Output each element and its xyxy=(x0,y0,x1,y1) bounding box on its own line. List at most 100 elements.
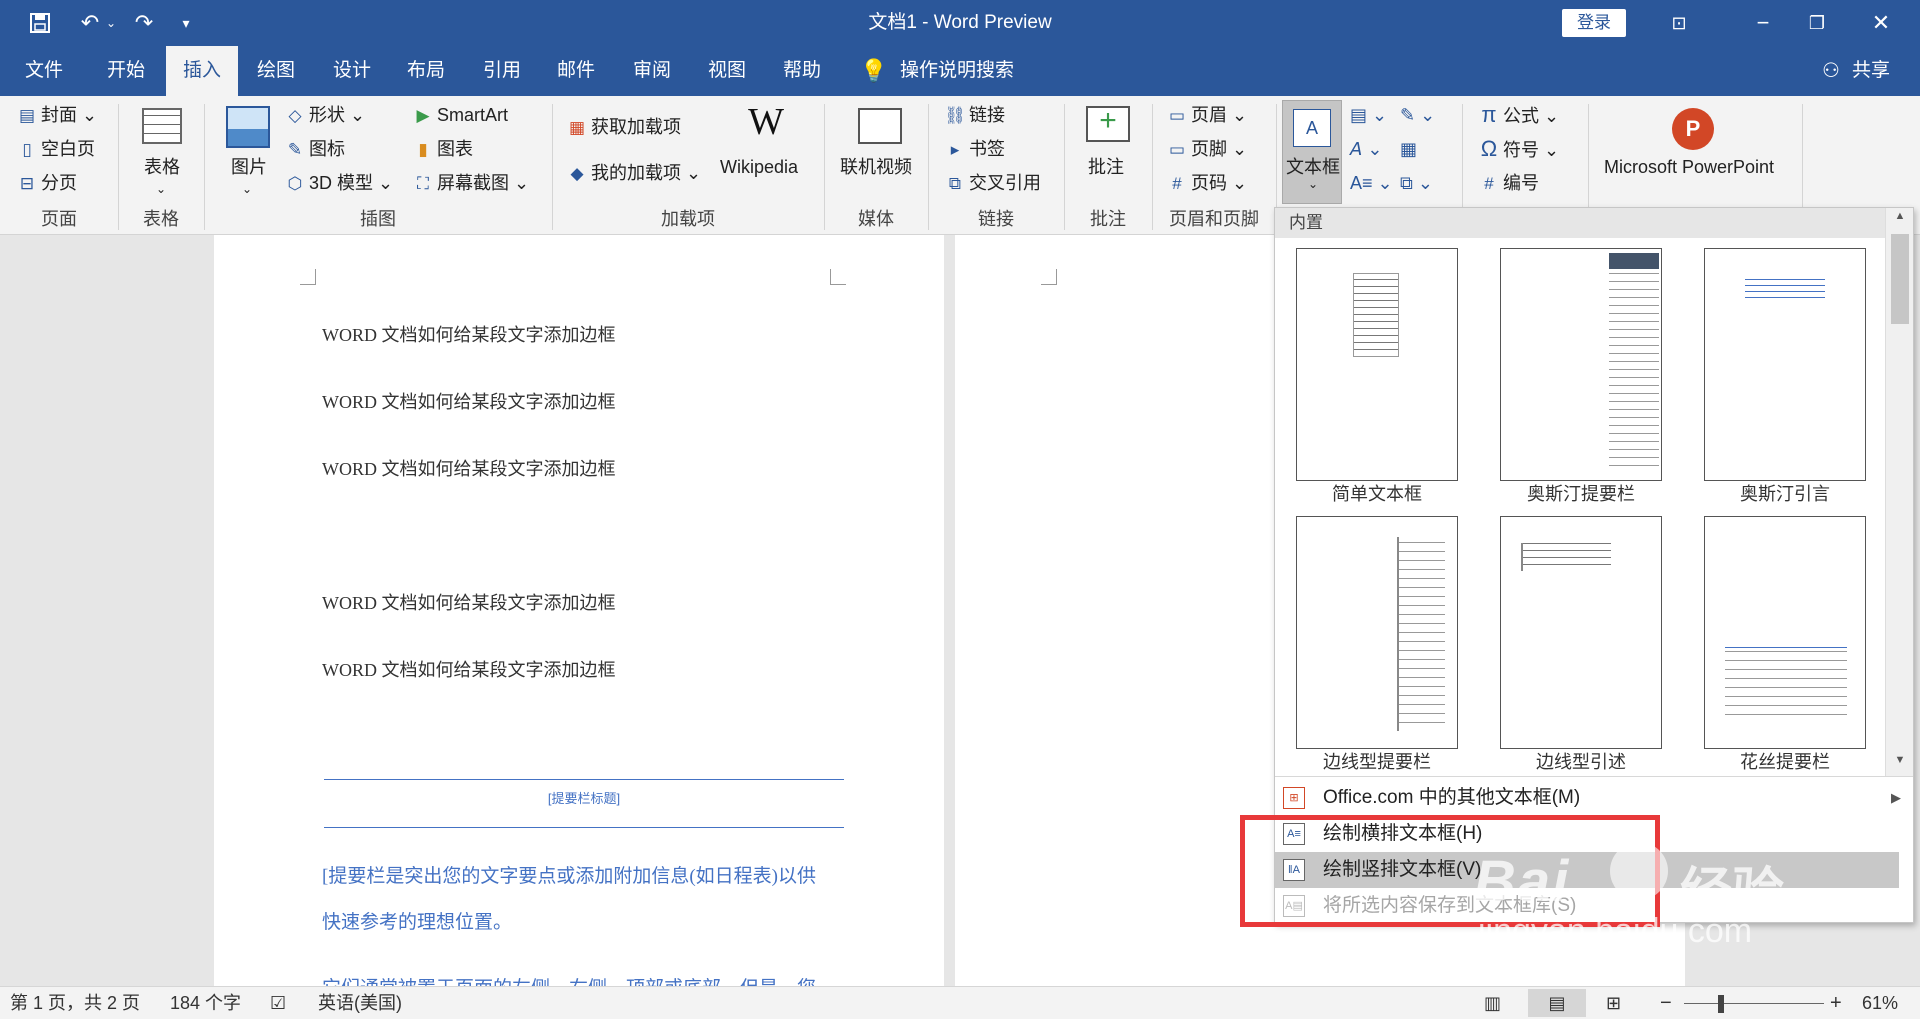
language[interactable]: 英语(美国) xyxy=(318,987,402,1019)
sidebar-title[interactable]: [提要栏标题] xyxy=(324,788,844,807)
get-addins-button[interactable]: ▦ 获取加载项 xyxy=(566,114,681,141)
page-1[interactable]: WORD 文档如何给某段文字添加边框 WORD 文档如何给某段文字添加边框 WO… xyxy=(214,235,944,986)
group-label-tables: 表格 xyxy=(143,209,179,229)
word-count[interactable]: 184 个字 xyxy=(170,987,241,1019)
tab-home[interactable]: 开始 xyxy=(96,46,156,96)
page-count[interactable]: 第 1 页，共 2 页 xyxy=(10,987,140,1019)
picture-icon[interactable] xyxy=(226,106,270,148)
date-time-icon[interactable]: ▦ xyxy=(1400,136,1417,162)
3d-model-button[interactable]: ⬡ 3D 模型 ⌄ xyxy=(284,170,394,197)
share-button[interactable]: 共享 xyxy=(1852,46,1890,96)
gallery-item-filigree-sidebar[interactable] xyxy=(1704,516,1866,749)
print-layout-icon[interactable]: ▤ xyxy=(1528,989,1586,1017)
doc-line[interactable]: WORD 文档如何给某段文字添加边框 xyxy=(322,455,616,481)
comment-icon[interactable]: + xyxy=(1086,106,1130,142)
symbol-button[interactable]: Ω 符号 ⌄ xyxy=(1478,136,1559,163)
my-addins-button[interactable]: ◆ 我的加载项 ⌄ xyxy=(566,160,701,187)
scroll-thumb[interactable] xyxy=(1891,234,1909,324)
sidebar-body[interactable]: 它们通常被置于页面的左侧、右侧、顶部或底部。但是，您 xyxy=(322,973,816,986)
menu-item-more-textboxes[interactable]: ⊞ Office.com 中的其他文本框(M) ▶ xyxy=(1275,780,1901,816)
equation-button[interactable]: π 公式 ⌄ xyxy=(1478,102,1559,129)
gallery-item-simple[interactable] xyxy=(1296,248,1458,481)
zoom-out-icon[interactable]: − xyxy=(1660,987,1672,1019)
object-icon[interactable]: ⧉ ⌄ xyxy=(1400,170,1433,196)
powerpoint-button[interactable]: Microsoft PowerPoint xyxy=(1604,154,1774,180)
number-button[interactable]: # 编号 xyxy=(1478,170,1539,197)
tab-layout[interactable]: 布局 xyxy=(396,46,456,96)
footer-button[interactable]: ▭ 页脚 ⌄ xyxy=(1166,136,1247,163)
powerpoint-icon[interactable]: P xyxy=(1672,108,1714,150)
zoom-level[interactable]: 61% xyxy=(1862,987,1898,1019)
bookmark-button[interactable]: ▸ 书签 xyxy=(944,136,1005,163)
wikipedia-button[interactable]: Wikipedia xyxy=(720,154,798,180)
user-icon: ⚇ xyxy=(1822,60,1840,82)
shapes-button[interactable]: ◇ 形状 ⌄ xyxy=(284,102,365,129)
textbox-button[interactable]: A 文本框 ⌄ xyxy=(1282,100,1342,204)
gallery-scrollbar[interactable]: ▲ ▼ xyxy=(1885,208,1913,776)
signature-line-icon[interactable]: ✎ ⌄ xyxy=(1400,102,1435,128)
highlight-annotation xyxy=(1240,815,1660,927)
blank-page-button[interactable]: ▯ 空白页 xyxy=(16,136,95,163)
gallery-item-austin-quote[interactable] xyxy=(1704,248,1866,481)
ribbon-display-icon[interactable]: ⊡ xyxy=(1664,0,1694,46)
chart-button[interactable]: ▮ 图表 xyxy=(412,136,473,163)
zoom-slider[interactable] xyxy=(1684,1003,1824,1004)
customize-toolbar-icon[interactable]: ▾ xyxy=(174,0,198,46)
drop-cap-icon[interactable]: A≡ ⌄ xyxy=(1350,170,1393,196)
icons-button[interactable]: ✎ 图标 xyxy=(284,136,345,163)
doc-line[interactable]: WORD 文档如何给某段文字添加边框 xyxy=(322,589,616,615)
gallery-item-austin-sidebar[interactable] xyxy=(1500,248,1662,481)
read-mode-icon[interactable]: ▥ xyxy=(1484,987,1501,1019)
comment-button[interactable]: 批注 xyxy=(1088,154,1124,180)
undo-dropdown-icon[interactable]: ⌄ xyxy=(104,0,118,46)
header-button[interactable]: ▭ 页眉 ⌄ xyxy=(1166,102,1247,129)
link-button[interactable]: ⛓ 链接 xyxy=(944,102,1005,129)
page-number-button[interactable]: # 页码 ⌄ xyxy=(1166,170,1247,197)
wordart-icon[interactable]: 𝘈 ⌄ xyxy=(1350,136,1382,162)
cross-reference-icon: ⧉ xyxy=(948,174,962,193)
page-number-icon: # xyxy=(1172,174,1182,193)
minimize-icon[interactable]: − xyxy=(1748,0,1778,46)
restore-icon[interactable]: ❐ xyxy=(1802,0,1832,46)
tab-review[interactable]: 审阅 xyxy=(622,46,682,96)
login-button[interactable]: 登录 xyxy=(1562,9,1626,37)
zoom-slider-thumb[interactable] xyxy=(1718,995,1724,1013)
quick-parts-icon[interactable]: ▤ ⌄ xyxy=(1350,102,1387,128)
zoom-in-icon[interactable]: + xyxy=(1830,987,1842,1019)
cover-page-button[interactable]: ▤ 封面 ⌄ xyxy=(16,102,97,129)
redo-icon[interactable]: ↷ xyxy=(124,0,164,46)
tab-view[interactable]: 视图 xyxy=(697,46,757,96)
cover-page-icon: ▤ xyxy=(18,106,36,125)
scroll-down-icon[interactable]: ▼ xyxy=(1890,754,1910,772)
page-break-button[interactable]: ⊟ 分页 xyxy=(16,170,77,197)
online-video-button[interactable]: 联机视频 xyxy=(840,154,912,180)
doc-line[interactable]: WORD 文档如何给某段文字添加边框 xyxy=(322,656,616,682)
search-label[interactable]: 操作说明搜索 xyxy=(900,46,1014,96)
doc-line[interactable]: WORD 文档如何给某段文字添加边框 xyxy=(322,321,616,347)
tab-insert[interactable]: 插入 xyxy=(166,46,238,96)
save-icon[interactable] xyxy=(22,0,58,50)
tab-mailings[interactable]: 邮件 xyxy=(546,46,606,96)
wikipedia-icon[interactable]: W xyxy=(744,100,788,144)
tab-file[interactable]: 文件 xyxy=(14,46,74,96)
proofing-icon[interactable]: ☑ xyxy=(270,987,286,1019)
tab-references[interactable]: 引用 xyxy=(472,46,532,96)
tab-draw[interactable]: 绘图 xyxy=(246,46,306,96)
smartart-button[interactable]: ▶ SmartArt xyxy=(412,102,508,129)
web-layout-icon[interactable]: ⊞ xyxy=(1606,987,1621,1019)
cross-reference-button[interactable]: ⧉ 交叉引用 xyxy=(944,170,1041,197)
gallery-item-edge-quote[interactable] xyxy=(1500,516,1662,749)
omega-icon: Ω xyxy=(1480,136,1498,161)
tab-design[interactable]: 设计 xyxy=(322,46,382,96)
screenshot-button[interactable]: ⛶ 屏幕截图 ⌄ xyxy=(412,170,529,197)
table-icon[interactable] xyxy=(142,108,182,144)
video-icon[interactable] xyxy=(858,108,902,144)
close-icon[interactable]: ✕ xyxy=(1866,0,1896,46)
doc-line[interactable]: WORD 文档如何给某段文字添加边框 xyxy=(322,388,616,414)
sidebar-body[interactable]: 快速参考的理想位置。 xyxy=(322,907,512,934)
thumb-preview xyxy=(1521,543,1611,571)
scroll-up-icon[interactable]: ▲ xyxy=(1890,210,1910,228)
sidebar-body[interactable]: [提要栏是突出您的文字要点或添加附加信息(如日程表)以供 xyxy=(322,861,816,888)
gallery-item-edge-sidebar[interactable] xyxy=(1296,516,1458,749)
tab-help[interactable]: 帮助 xyxy=(772,46,832,96)
